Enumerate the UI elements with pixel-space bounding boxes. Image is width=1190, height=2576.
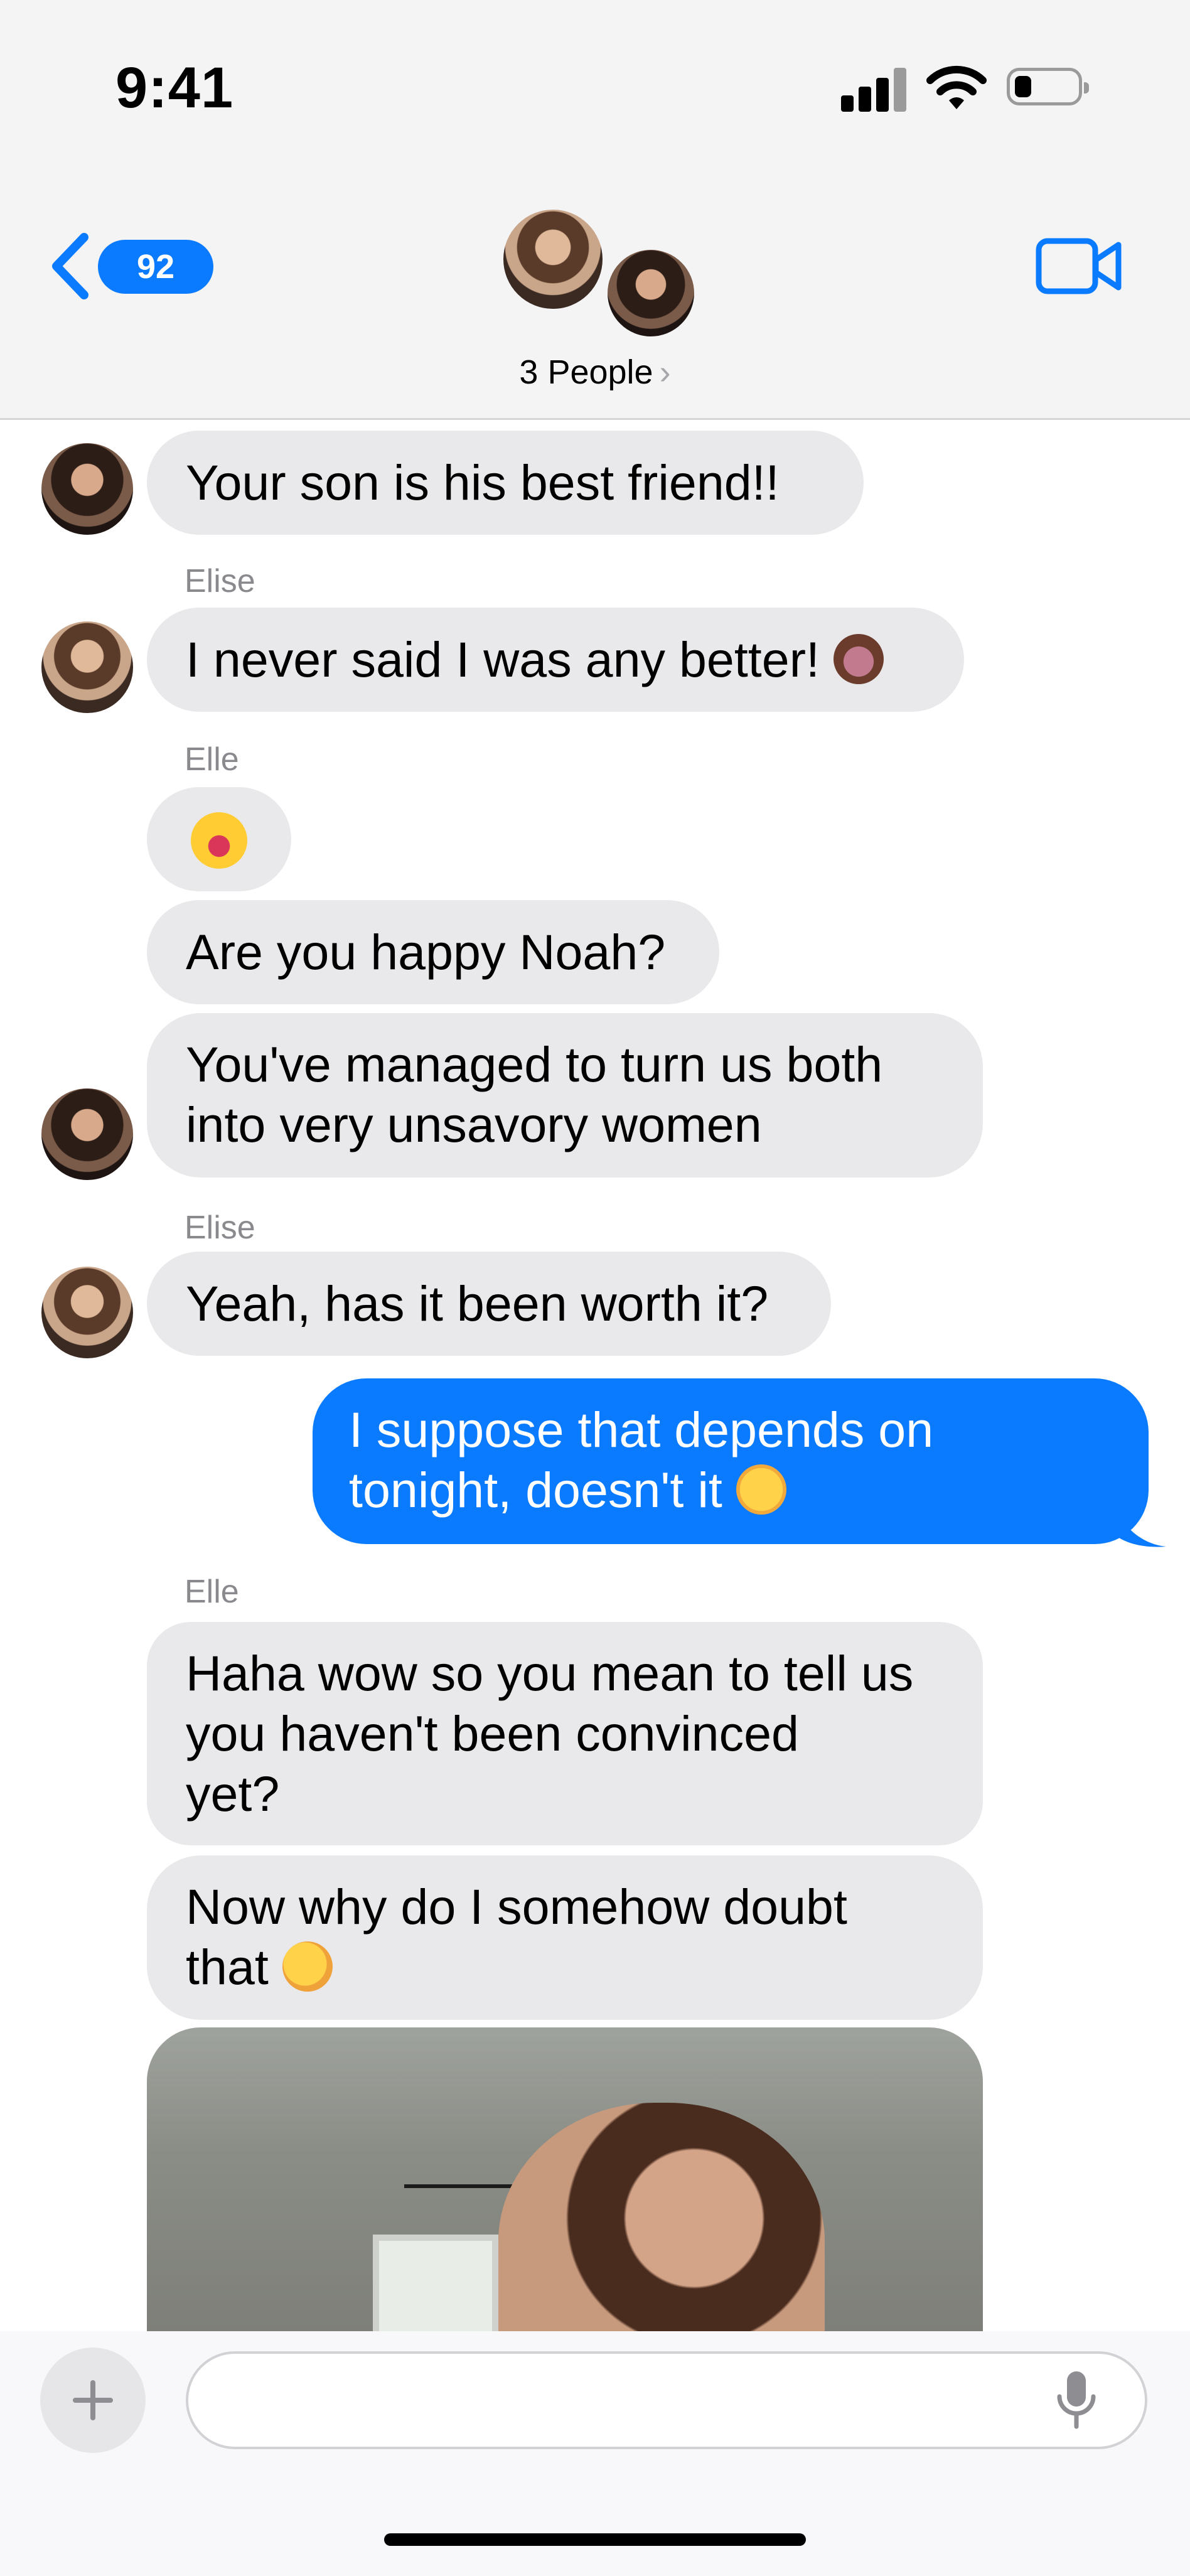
message-bubble[interactable]: I never said I was any better!	[147, 608, 964, 712]
wifi-icon	[926, 65, 987, 109]
microphone-icon[interactable]	[1054, 2369, 1098, 2432]
unread-count-badge: 92	[98, 240, 213, 294]
photo-window	[373, 2235, 498, 2341]
sender-name: Elle	[185, 741, 239, 778]
message-text-line: Haha wow so you mean to tell us	[186, 1645, 914, 1701]
avatar-elle[interactable]	[41, 1088, 133, 1180]
battery-icon	[1007, 68, 1089, 105]
cellular-signal-icon	[841, 68, 906, 112]
back-button[interactable]: 92	[48, 228, 213, 304]
outgoing-message-bubble[interactable]: I suppose that depends on tonight, doesn…	[313, 1378, 1149, 1544]
see-no-evil-monkey-emoji	[833, 634, 884, 684]
conversation-title: 3 People	[519, 353, 653, 391]
photo-message[interactable]	[147, 2027, 983, 2341]
message-text-line: tonight, doesn't it	[349, 1462, 722, 1518]
relieved-face-emoji	[736, 1464, 786, 1515]
message-input[interactable]	[186, 2351, 1147, 2449]
message-bubble[interactable]: Yeah, has it been worth it?	[147, 1252, 831, 1356]
message-bubble[interactable]: Your son is his best friend!!	[147, 431, 864, 535]
plus-icon[interactable]	[40, 2348, 146, 2453]
message-text-line: yet?	[186, 1766, 280, 1822]
message-text-line: that	[186, 1939, 269, 1995]
message-bubble[interactable]: Haha wow so you mean to tell us you have…	[147, 1622, 983, 1845]
home-indicator	[384, 2533, 806, 2546]
message-text-line: into very unsavory women	[186, 1097, 762, 1152]
message-bubble[interactable]: Are you happy Noah?	[147, 900, 719, 1004]
sender-name: Elise	[185, 563, 255, 599]
message-text: Are you happy Noah?	[186, 924, 666, 980]
message-text: Your son is his best friend!!	[186, 454, 780, 510]
status-time: 9:41	[115, 56, 234, 120]
message-text-line: I suppose that depends on	[349, 1402, 934, 1457]
message-text: Yeah, has it been worth it?	[186, 1275, 769, 1331]
chevron-left-icon	[52, 233, 88, 299]
laughing-tears-emoji	[191, 812, 247, 869]
message-bubble[interactable]: Now why do I somehow doubt that	[147, 1855, 983, 2020]
sender-name: Elise	[185, 1210, 255, 1246]
face-with-raised-eyebrow-emoji	[282, 1941, 333, 1992]
chevron-right-icon: ›	[659, 353, 671, 391]
video-camera-icon[interactable]	[1036, 236, 1123, 296]
message-bubble[interactable]: You've managed to turn us both into very…	[147, 1013, 983, 1178]
message-text-line: Now why do I somehow doubt	[186, 1879, 847, 1935]
message-text: I never said I was any better!	[186, 631, 820, 687]
avatar-elise[interactable]	[41, 1267, 133, 1358]
avatar-elle[interactable]	[41, 443, 133, 535]
conversation-title-button[interactable]: 3 People ›	[0, 353, 1190, 392]
outgoing-bubble-tail	[1117, 1509, 1166, 1547]
header-divider	[0, 418, 1190, 420]
sender-name: Elle	[185, 1574, 239, 1610]
group-avatar-elise[interactable]	[500, 206, 606, 313]
message-bubble[interactable]	[147, 787, 291, 891]
message-text-line: you haven't been convinced	[186, 1705, 799, 1761]
avatar-elise[interactable]	[41, 621, 133, 713]
message-text-line: You've managed to turn us both	[186, 1036, 883, 1092]
group-avatar-elle[interactable]	[604, 246, 698, 340]
